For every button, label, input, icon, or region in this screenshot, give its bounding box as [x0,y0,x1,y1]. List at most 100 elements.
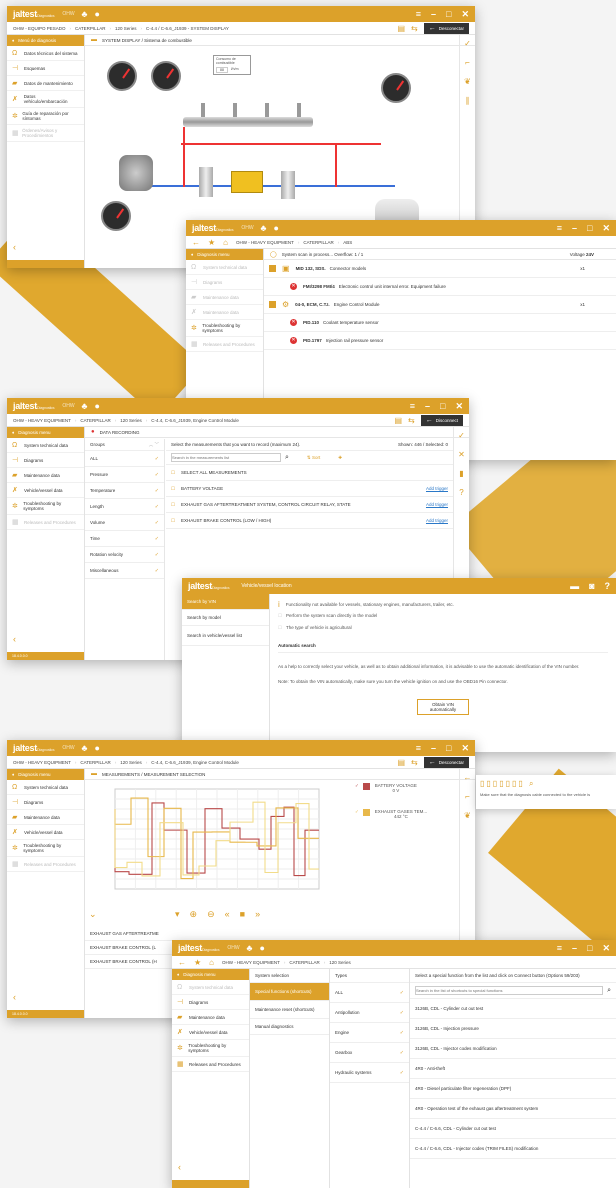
function-item[interactable]: 4R0 - Diesel particulate filter regenera… [410,1079,616,1099]
sidebar-item[interactable]: ✗ Vehicle/vessel data [7,483,84,498]
option-row[interactable]: ☐ Perform the system scan directly in the… [278,613,608,625]
gun-icon[interactable]: ⌐ [465,792,470,801]
check-icon[interactable]: ✓ [464,39,471,48]
sidebar-item[interactable]: ▰ Maintenance data [7,810,84,825]
section-item[interactable]: Special functions (shortcuts) [250,983,329,1001]
info-icon[interactable]: ● [94,401,99,411]
sidebar-item[interactable]: ✲ Troubleshooting by symptoms [7,840,84,857]
rewind-icon[interactable]: « [225,909,230,920]
forward-icon[interactable]: » [255,909,260,920]
table-row[interactable]: ▣ MID 132, SDS. Connector models x1 [264,260,616,278]
layers-icon[interactable]: ▤ [397,24,405,33]
add-trigger-link[interactable]: Add trigger [426,486,448,491]
breadcrumb-item[interactable]: CATERPILLAR [303,240,333,245]
table-row[interactable]: EXHAUST BRAKE CONTROL (L [85,941,185,955]
group-item[interactable]: Rotation velocity ✓ [85,547,164,563]
users-icon[interactable]: ♣ [247,943,253,953]
compare-icon[interactable]: ⇆ [408,416,415,425]
close-icon[interactable]: ✕ [461,9,469,19]
table-row[interactable]: EXHAUST GAS AFTERTREATME [85,927,185,941]
arrow-left-icon[interactable]: ← [464,773,472,782]
sidebar-item[interactable]: Ω System technical data [7,780,84,795]
table-row[interactable]: ⚙ 04-0, ECM, C.T.I. Engine Control Module x… [264,296,616,314]
minimize-icon[interactable]: – [425,401,430,411]
car-icon[interactable]: ▬ [570,581,579,591]
table-row[interactable]: ☐ BATTERY VOLTAGE Add trigger [166,481,453,497]
table-row[interactable]: EXHAUST BRAKE CONTROL (H [85,955,185,969]
zoom-out-icon[interactable]: ⊖ [207,909,215,920]
group-item[interactable]: Pressure ✓ [85,467,164,483]
group-item[interactable]: Time ✓ [85,531,164,547]
minimize-icon[interactable]: – [572,943,577,953]
back-arrow-icon[interactable]: ‹ [13,634,16,644]
function-item[interactable]: 4R0 - Operation test of the exhaust gas … [410,1099,616,1119]
section-item[interactable]: Manual diagnostics [250,1019,329,1035]
layers-icon[interactable]: ▤ [397,758,405,767]
sidebar-header[interactable]: ♦ Diagnosis menu [186,249,263,260]
home-icon[interactable]: ⌂ [223,238,228,247]
tab-search-by-vin[interactable]: Search by VIN [182,594,269,610]
search-input[interactable] [171,453,281,462]
sidebar-item[interactable]: ✲ Troubleshooting by symptoms [186,320,263,337]
sidebar-header[interactable]: ♦ Diagnosis menu [172,969,249,980]
sidebar-item[interactable]: ▰ Maintenance data [7,468,84,483]
menu-icon[interactable]: ≡ [557,943,562,953]
sidebar-item[interactable]: ▰ Datos de mantenimiento [7,76,84,91]
help-icon[interactable]: ? [605,581,611,591]
sidebar-item[interactable]: Ω System technical data [7,438,84,453]
breadcrumb-item[interactable]: 120 Series [115,26,137,31]
group-item[interactable]: Miscellaneous ✓ [85,563,164,579]
group-item[interactable]: ALL ✓ [85,451,164,467]
table-row[interactable]: ☐ EXHAUST BRAKE CONTROL (LOW / HIGH) Add t… [166,513,453,529]
breadcrumb-item[interactable]: OHW - EQUIPO PESADO [13,26,66,31]
function-item[interactable]: C-4.4 / C-6.6, CDL - Injector codes (TRI… [410,1139,616,1159]
type-item[interactable]: Antipollution ✓ [330,1003,409,1023]
type-item[interactable]: Gearbox ✓ [330,1043,409,1063]
sidebar-item[interactable]: ✲ Troubleshooting by symptoms [172,1040,249,1057]
sidebar-header[interactable]: ♦ Diagnosis menu [7,427,84,438]
star-icon[interactable]: ★ [194,958,201,967]
sort-icon[interactable]: ⇅ Sort [307,455,320,461]
back-arrow-icon[interactable]: ← [178,958,186,967]
minimize-icon[interactable]: – [431,9,436,19]
maximize-icon[interactable]: □ [440,401,445,411]
table-row[interactable]: ☐ EXHAUST GAS AFTERTREATMENT SYSTEM, CONT… [166,497,453,513]
back-arrow-icon[interactable]: ‹ [13,992,16,1002]
breadcrumb-item[interactable]: OHW - HEAVY EQUIPMENT [236,240,294,245]
maximize-icon[interactable]: □ [446,9,451,19]
table-row[interactable]: ✕ PID.1797 Injection rail pressure sensor [264,332,616,350]
check-icon[interactable]: ✓ [458,431,465,440]
menu-icon[interactable]: ≡ [410,401,415,411]
breadcrumb-item[interactable]: OHW - HEAVY EQUIPMENT [13,760,71,765]
info-icon[interactable]: ● [94,743,99,753]
breadcrumb-item[interactable]: CATERPILLAR [75,26,105,31]
users-icon[interactable]: ♣ [82,9,88,19]
function-item[interactable]: 4R0 - Anti-theft [410,1059,616,1079]
minimize-icon[interactable]: – [572,223,577,233]
maximize-icon[interactable]: □ [446,743,451,753]
home-icon[interactable]: ⌂ [209,958,214,967]
back-arrow-icon[interactable]: ‹ [13,242,16,252]
gun-icon[interactable]: ⌐ [465,58,470,67]
breadcrumb-item[interactable]: CATERPILLAR [80,760,110,765]
table-row[interactable]: ✕ PID.110 Coolant temperature sensor [264,314,616,332]
camera-icon[interactable]: ◙ [589,581,594,591]
function-item[interactable]: 3126B, CDL - Cylinder cut out test [410,999,616,1019]
add-trigger-link[interactable]: Add trigger [426,518,448,523]
select-all-row[interactable]: ☐ SELECT ALL MEASUREMENTS [166,465,453,481]
help-icon[interactable]: ? [459,488,463,497]
leaf-icon[interactable]: ❦ [464,811,471,820]
sidebar-header[interactable]: ♦ Diagnosis menu [7,769,84,780]
type-item[interactable]: ALL ✓ [330,983,409,1003]
menu-icon[interactable]: ≡ [416,743,421,753]
stop-icon[interactable]: ■ [240,909,245,920]
type-item[interactable]: Hydraulic systems ✓ [330,1063,409,1083]
obtain-vin-button[interactable]: Obtain VIN automatically [417,699,469,715]
function-item[interactable]: 3126B, CDL - Injection pressure [410,1019,616,1039]
search-icon[interactable]: ⌕ [607,987,611,995]
pause-icon[interactable]: ∥ [466,96,470,105]
leaf-icon[interactable]: ❦ [464,77,471,86]
close-icon[interactable]: ✕ [602,943,610,953]
breadcrumb-item[interactable]: 120 Series [120,760,142,765]
menu-icon[interactable]: ≡ [416,9,421,19]
